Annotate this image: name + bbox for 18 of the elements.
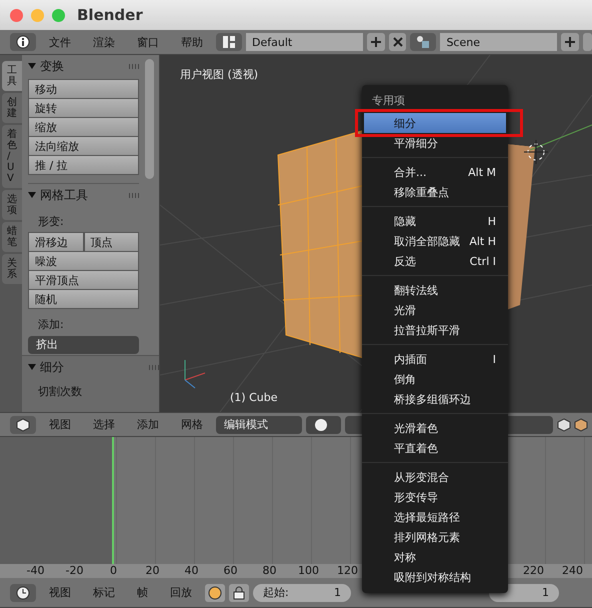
section-label: 添加: [38, 317, 65, 332]
field-label: 切割次数 [38, 384, 83, 399]
frame-number: 60 [222, 564, 238, 578]
section-label: 形变: [38, 214, 65, 229]
frame-number: 40 [184, 564, 200, 578]
frame-number: 220 [522, 564, 545, 578]
object-label: (1) Cube [230, 391, 278, 404]
frame-number: 0 [109, 564, 118, 578]
frame-number: 20 [144, 564, 160, 578]
viewport-title: 用户视图 (透视) [180, 67, 258, 82]
frame-number: 240 [561, 564, 584, 578]
frame-number: -20 [64, 564, 84, 578]
window-title: Blender [77, 6, 143, 24]
frame-number: 80 [262, 564, 278, 578]
frame-number: -40 [26, 564, 46, 578]
menu-title: 专用项 [371, 93, 406, 109]
frame-number: 120 [336, 564, 359, 578]
frame-number: 100 [297, 564, 320, 578]
